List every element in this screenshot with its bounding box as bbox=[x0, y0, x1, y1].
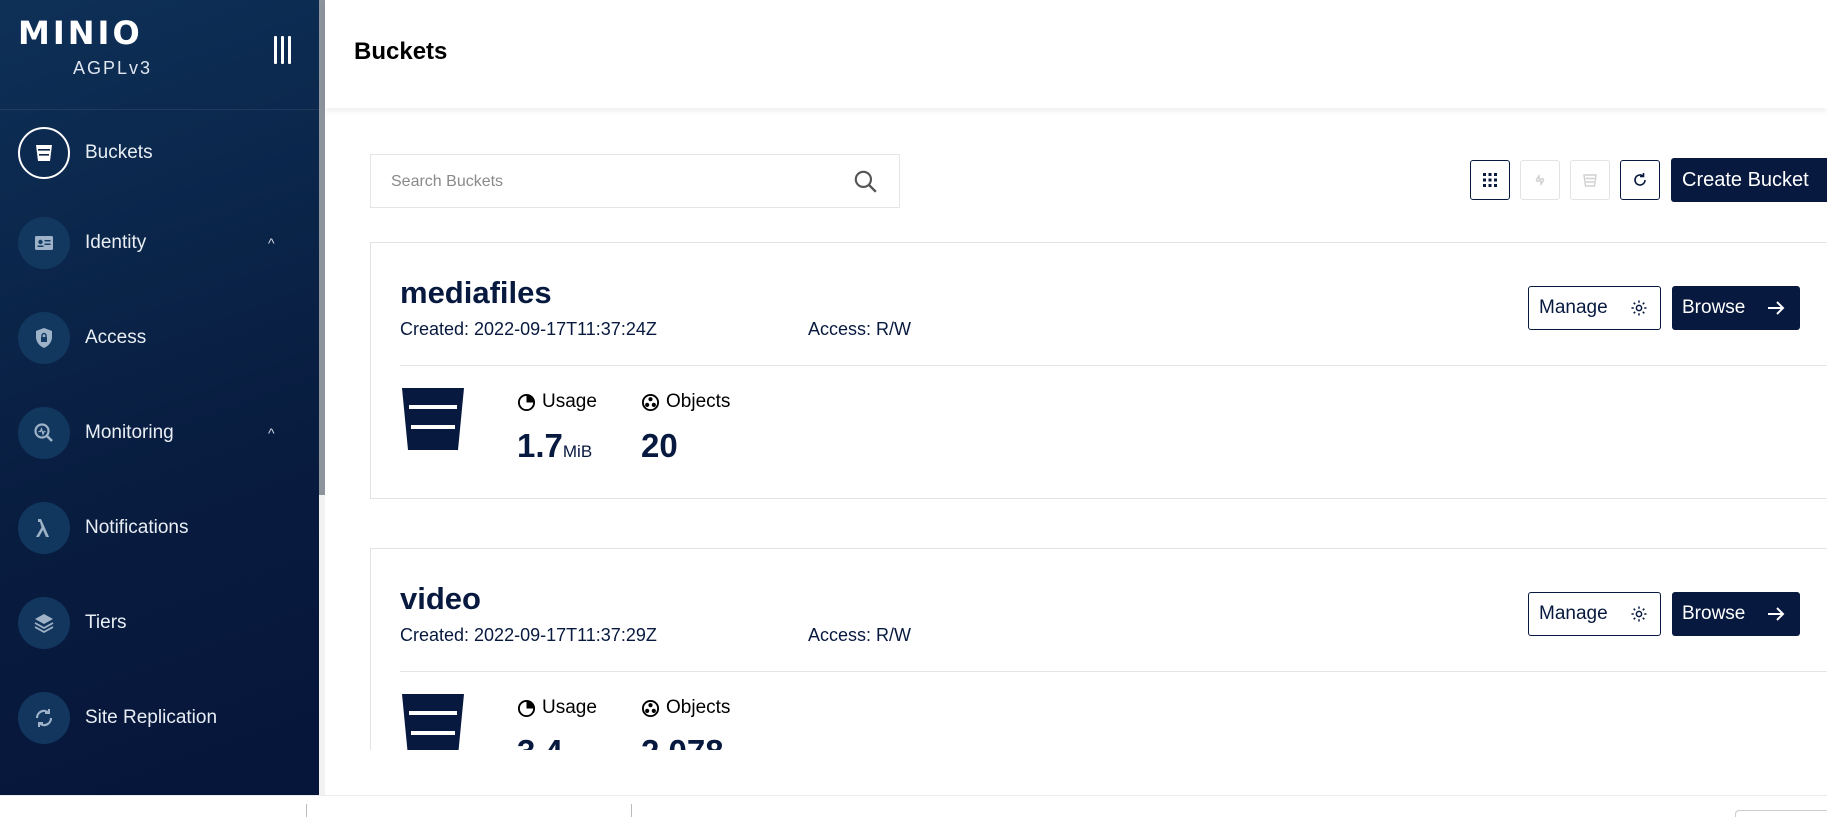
bucket-name[interactable]: mediafiles bbox=[400, 275, 552, 311]
sidebar-item-label: Site Replication bbox=[85, 706, 218, 728]
bucket-created: Created: 2022-09-17T11:37:24Z bbox=[400, 319, 657, 339]
bar-icon bbox=[288, 36, 291, 64]
divider bbox=[306, 804, 307, 817]
bucket-card: mediafiles Created: 2022-09-17T11:37:24Z… bbox=[370, 242, 1827, 499]
refresh-button[interactable] bbox=[1620, 160, 1660, 200]
monitoring-icon bbox=[18, 406, 70, 459]
divider bbox=[631, 804, 632, 817]
bucket-icon bbox=[402, 388, 464, 450]
manage-button[interactable]: Manage bbox=[1528, 592, 1661, 636]
browse-label: Browse bbox=[1682, 297, 1746, 318]
license-label: AGPLv3 bbox=[73, 58, 153, 78]
sidebar-item-monitoring[interactable]: Monitoring ^ bbox=[0, 385, 319, 480]
usage-number: 1.7 bbox=[517, 427, 563, 464]
usage-label: Usage bbox=[517, 391, 597, 413]
usage-label: Usage bbox=[517, 697, 597, 719]
page-title: Buckets bbox=[354, 38, 448, 65]
usage-label-text: Usage bbox=[542, 697, 597, 718]
browse-button[interactable]: Browse bbox=[1672, 592, 1800, 636]
sidebar-item-label: Identity bbox=[85, 231, 147, 253]
grid-view-button[interactable] bbox=[1470, 160, 1510, 200]
minio-logo[interactable]: MINIO bbox=[18, 14, 143, 52]
sidebar-item-notifications[interactable]: Notifications bbox=[0, 480, 319, 575]
bucket-card: video Created: 2022-09-17T11:37:29Z Acce… bbox=[370, 548, 1827, 770]
sidebar-nav: Buckets Identity ^ Access Monitoring ^ N… bbox=[0, 110, 319, 765]
collapse-sidebar-button[interactable] bbox=[274, 36, 296, 64]
lifecycle-button[interactable] bbox=[1570, 160, 1610, 200]
gear-icon bbox=[1631, 300, 1647, 316]
search-box[interactable] bbox=[370, 154, 900, 208]
gear-icon bbox=[1631, 606, 1647, 622]
bucket-icon bbox=[402, 694, 464, 756]
objects-icon bbox=[641, 393, 660, 411]
create-bucket-button[interactable]: Create Bucket bbox=[1671, 158, 1827, 202]
arrow-right-icon bbox=[1768, 607, 1785, 621]
objects-icon bbox=[641, 699, 660, 717]
card-divider bbox=[400, 671, 1827, 672]
pie-icon bbox=[517, 393, 536, 411]
manage-label: Manage bbox=[1539, 297, 1608, 318]
browse-button[interactable]: Browse bbox=[1672, 286, 1800, 330]
bucket-access: Access: R/W bbox=[808, 625, 912, 645]
brand: MINIO AGPLv3 bbox=[0, 0, 319, 110]
sync-icon bbox=[18, 691, 70, 744]
sidebar: MINIO AGPLv3 Buckets Identity ^ Access M… bbox=[0, 0, 319, 795]
sidebar-item-buckets[interactable]: Buckets bbox=[0, 110, 319, 195]
manage-button[interactable]: Manage bbox=[1528, 286, 1661, 330]
objects-value: 20 bbox=[641, 427, 678, 464]
bar-icon bbox=[274, 36, 277, 64]
bucket-icon bbox=[18, 126, 70, 179]
grid-icon bbox=[1483, 173, 1497, 187]
objects-label: Objects bbox=[641, 697, 730, 719]
id-card-icon bbox=[18, 216, 70, 269]
bucket-created: Created: 2022-09-17T11:37:29Z bbox=[400, 625, 657, 645]
sidebar-item-access[interactable]: Access bbox=[0, 290, 319, 385]
lambda-icon bbox=[18, 501, 70, 554]
bar-icon bbox=[281, 36, 284, 64]
sidebar-item-site-replication[interactable]: Site Replication bbox=[0, 670, 319, 765]
usage-unit: MiB bbox=[562, 442, 593, 461]
replication-button[interactable] bbox=[1520, 160, 1560, 200]
replicate-icon bbox=[1535, 173, 1545, 187]
lifecycle-icon bbox=[1583, 174, 1597, 187]
sidebar-item-label: Notifications bbox=[85, 516, 189, 538]
browse-label: Browse bbox=[1682, 603, 1746, 624]
card-divider bbox=[400, 365, 1827, 366]
pie-icon bbox=[517, 699, 536, 717]
manage-label: Manage bbox=[1539, 603, 1608, 624]
sidebar-item-label: Tiers bbox=[85, 611, 127, 633]
search-icon[interactable] bbox=[852, 168, 878, 194]
chevron-up-icon[interactable]: ^ bbox=[268, 235, 275, 251]
minio-console: MINIO AGPLv3 Buckets Identity ^ Access M… bbox=[0, 0, 1827, 817]
sidebar-item-label: Access bbox=[85, 326, 147, 348]
arrow-right-icon bbox=[1768, 301, 1785, 315]
usage-label-text: Usage bbox=[542, 391, 597, 412]
panel-edge bbox=[1735, 810, 1827, 817]
shield-lock-icon bbox=[18, 311, 70, 364]
sidebar-item-label: Monitoring bbox=[85, 421, 174, 443]
refresh-icon bbox=[1634, 173, 1646, 186]
content-clip bbox=[325, 750, 1827, 795]
objects-label-text: Objects bbox=[666, 391, 731, 412]
sidebar-item-identity[interactable]: Identity ^ bbox=[0, 195, 319, 290]
sidebar-item-label: Buckets bbox=[85, 141, 153, 163]
bottom-strip bbox=[0, 795, 1827, 817]
bucket-name[interactable]: video bbox=[400, 581, 481, 617]
search-input[interactable] bbox=[391, 170, 831, 194]
sidebar-item-tiers[interactable]: Tiers bbox=[0, 575, 319, 670]
layers-icon bbox=[18, 596, 70, 649]
objects-label: Objects bbox=[641, 391, 730, 413]
usage-value: 1.7MiB bbox=[517, 427, 592, 465]
bucket-access: Access: R/W bbox=[808, 319, 912, 339]
chevron-up-icon[interactable]: ^ bbox=[268, 425, 275, 441]
page-header: Buckets bbox=[325, 0, 1827, 108]
objects-label-text: Objects bbox=[666, 697, 731, 718]
